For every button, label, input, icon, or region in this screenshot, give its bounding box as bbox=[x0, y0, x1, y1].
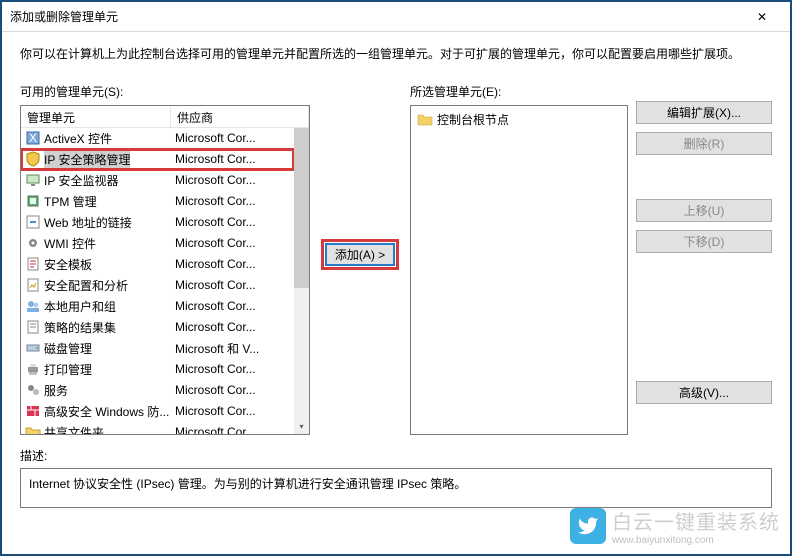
item-name: Web 地址的链接 bbox=[44, 214, 132, 231]
folder-icon bbox=[417, 112, 433, 128]
list-item[interactable]: IP 安全策略管理 Microsoft Cor... bbox=[21, 149, 294, 170]
watermark-text: 白云一键重装系统 bbox=[612, 506, 780, 535]
item-name: 高级安全 Windows 防... bbox=[44, 403, 169, 420]
list-item[interactable]: X ActiveX 控件 Microsoft Cor... bbox=[21, 128, 294, 149]
item-name: 打印管理 bbox=[44, 361, 92, 378]
services-icon bbox=[25, 382, 41, 398]
watermark-url: www.baiyunxitong.com bbox=[612, 535, 780, 546]
list-item[interactable]: 打印管理 Microsoft Cor... bbox=[21, 359, 294, 380]
list-item[interactable]: 本地用户和组 Microsoft Cor... bbox=[21, 296, 294, 317]
item-name: IP 安全监视器 bbox=[44, 172, 118, 189]
item-name: 共享文件夹 bbox=[44, 424, 104, 434]
analysis-icon bbox=[25, 277, 41, 293]
list-item[interactable]: 磁盘管理 Microsoft 和 V... bbox=[21, 338, 294, 359]
item-vendor: Microsoft Cor... bbox=[171, 362, 294, 376]
col-name-header[interactable]: 管理单元 bbox=[21, 106, 171, 127]
list-item[interactable]: WMI 控件 Microsoft Cor... bbox=[21, 233, 294, 254]
item-name: WMI 控件 bbox=[44, 235, 96, 252]
move-down-button[interactable]: 下移(D) bbox=[636, 230, 772, 253]
printer-icon bbox=[25, 361, 41, 377]
description-box: Internet 协议安全性 (IPsec) 管理。为与别的计算机进行安全通讯管… bbox=[20, 468, 772, 508]
selected-label: 所选管理单元(E): bbox=[410, 83, 628, 100]
tree-root-label: 控制台根节点 bbox=[437, 111, 509, 128]
list-item[interactable]: IP 安全监视器 Microsoft Cor... bbox=[21, 170, 294, 191]
firewall-icon bbox=[25, 403, 41, 419]
item-name: 本地用户和组 bbox=[44, 298, 116, 315]
add-button-label: 添加(A) > bbox=[335, 246, 385, 263]
activex-icon: X bbox=[25, 130, 41, 146]
list-item[interactable]: 安全模板 Microsoft Cor... bbox=[21, 254, 294, 275]
item-name: 策略的结果集 bbox=[44, 319, 116, 336]
intro-text: 你可以在计算机上为此控制台选择可用的管理单元并配置所选的一组管理单元。对于可扩展… bbox=[20, 46, 772, 63]
available-label: 可用的管理单元(S): bbox=[20, 83, 310, 100]
list-headers: 管理单元 供应商 bbox=[21, 106, 309, 128]
list-item[interactable]: 共享文件夹 Microsoft Cor bbox=[21, 422, 294, 434]
window-title: 添加或删除管理单元 bbox=[10, 8, 742, 25]
item-name: 安全模板 bbox=[44, 256, 92, 273]
close-button[interactable]: ✕ bbox=[742, 2, 782, 32]
item-vendor: Microsoft Cor bbox=[171, 425, 294, 434]
edit-extensions-button[interactable]: 编辑扩展(X)... bbox=[636, 101, 772, 124]
list-item[interactable]: 高级安全 Windows 防...Microsoft Cor... bbox=[21, 401, 294, 422]
item-vendor: Microsoft Cor... bbox=[171, 152, 294, 166]
policy-icon bbox=[25, 319, 41, 335]
watermark: 白云一键重装系统 www.baiyunxitong.com bbox=[570, 506, 780, 546]
item-vendor: Microsoft Cor... bbox=[171, 299, 294, 313]
close-icon: ✕ bbox=[757, 10, 767, 24]
list-item[interactable]: 策略的结果集 Microsoft Cor... bbox=[21, 317, 294, 338]
list-item[interactable]: TPM 管理 Microsoft Cor... bbox=[21, 191, 294, 212]
scroll-thumb[interactable] bbox=[294, 128, 309, 288]
item-vendor: Microsoft 和 V... bbox=[171, 340, 294, 357]
item-vendor: Microsoft Cor... bbox=[171, 131, 294, 145]
item-vendor: Microsoft Cor... bbox=[171, 215, 294, 229]
description-text: Internet 协议安全性 (IPsec) 管理。为与别的计算机进行安全通讯管… bbox=[29, 477, 466, 491]
item-vendor: Microsoft Cor... bbox=[171, 320, 294, 334]
item-name: IP 安全策略管理 bbox=[44, 151, 130, 168]
item-vendor: Microsoft Cor... bbox=[171, 236, 294, 250]
titlebar: 添加或删除管理单元 ✕ bbox=[2, 2, 790, 32]
item-vendor: Microsoft Cor... bbox=[171, 278, 294, 292]
link-icon bbox=[25, 214, 41, 230]
item-name: ActiveX 控件 bbox=[44, 130, 112, 147]
item-vendor: Microsoft Cor... bbox=[171, 194, 294, 208]
watermark-logo-icon bbox=[570, 508, 606, 544]
users-icon bbox=[25, 298, 41, 314]
item-name: 安全配置和分析 bbox=[44, 277, 128, 294]
move-up-button[interactable]: 上移(U) bbox=[636, 199, 772, 222]
available-snapins-list[interactable]: 管理单元 供应商 XActiveX 控件Microsoft Cor...IP 安… bbox=[20, 105, 310, 435]
item-name: 磁盘管理 bbox=[44, 340, 92, 357]
monitor-icon bbox=[25, 172, 41, 188]
list-item[interactable]: Web 地址的链接 Microsoft Cor... bbox=[21, 212, 294, 233]
template-icon bbox=[25, 256, 41, 272]
gear-icon bbox=[25, 235, 41, 251]
item-vendor: Microsoft Cor... bbox=[171, 383, 294, 397]
item-vendor: Microsoft Cor... bbox=[171, 404, 294, 418]
list-item[interactable]: 服务 Microsoft Cor... bbox=[21, 380, 294, 401]
scrollbar[interactable]: ▴ ▾ bbox=[294, 128, 309, 434]
tree-root-item[interactable]: 控制台根节点 bbox=[417, 110, 621, 130]
disk-icon bbox=[25, 340, 41, 356]
selected-snapins-tree[interactable]: 控制台根节点 bbox=[410, 105, 628, 435]
add-button[interactable]: 添加(A) > bbox=[325, 243, 395, 266]
col-vendor-header[interactable]: 供应商 bbox=[171, 106, 309, 127]
item-vendor: Microsoft Cor... bbox=[171, 173, 294, 187]
item-vendor: Microsoft Cor... bbox=[171, 257, 294, 271]
remove-button[interactable]: 删除(R) bbox=[636, 132, 772, 155]
chip-icon bbox=[25, 193, 41, 209]
item-name: 服务 bbox=[44, 382, 68, 399]
advanced-button[interactable]: 高级(V)... bbox=[636, 381, 772, 404]
svg-text:X: X bbox=[29, 131, 37, 145]
shield-icon bbox=[25, 151, 41, 167]
list-item[interactable]: 安全配置和分析 Microsoft Cor... bbox=[21, 275, 294, 296]
description-label: 描述: bbox=[20, 447, 772, 464]
folder-icon bbox=[25, 424, 41, 434]
scroll-down-arrow-icon[interactable]: ▾ bbox=[294, 419, 309, 434]
item-name: TPM 管理 bbox=[44, 193, 97, 210]
